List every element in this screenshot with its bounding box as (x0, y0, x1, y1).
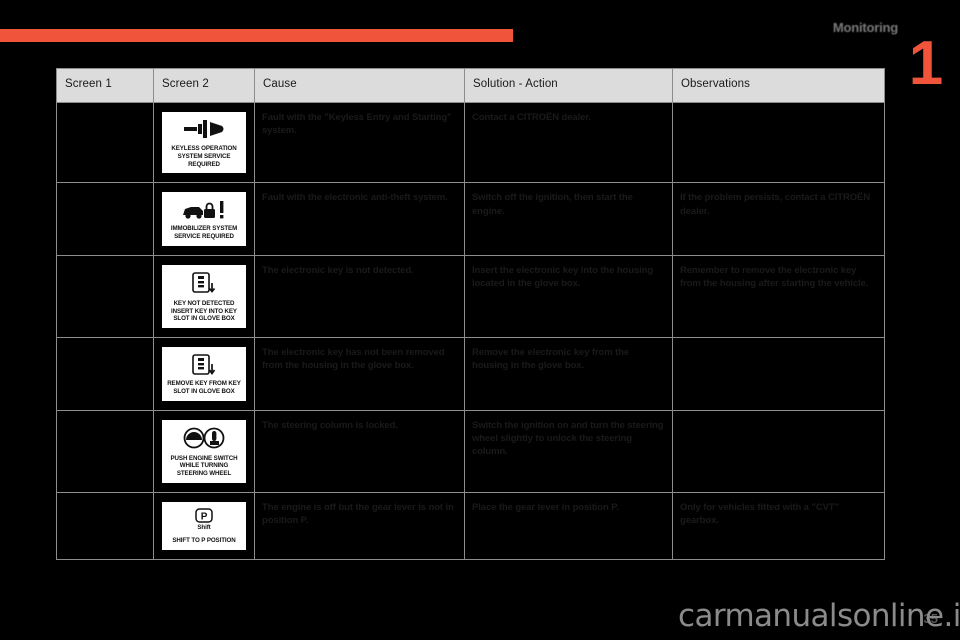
svg-text:Shift: Shift (197, 524, 210, 531)
cell-observations (672, 337, 885, 411)
column-header-screen2: Screen 2 (153, 68, 255, 103)
table-header-row: Screen 1 Screen 2 Cause Solution - Actio… (56, 68, 885, 103)
cell-screen1 (56, 337, 154, 411)
cell-solution: Place the gear lever in position P. (464, 491, 673, 560)
cell-cause: The electronic key has not been removed … (254, 337, 465, 411)
cell-cause: The electronic key is not detected. (254, 254, 465, 339)
table-row: KEYLESS OPERATION SYSTEM SERVICE REQUIRE… (56, 101, 885, 184)
column-header-screen1: Screen 1 (56, 68, 154, 103)
cell-observations (672, 101, 885, 184)
key-remove-icon: REMOVE KEY FROM KEY SLOT IN GLOVE BOX (161, 346, 247, 402)
section-title: Monitoring (832, 20, 898, 35)
cell-cause: Fault with the electronic anti-theft sys… (254, 182, 465, 256)
picto-caption: SHIFT TO P POSITION (172, 536, 236, 544)
cell-screen2: P Shift SHIFT TO P POSITION (153, 491, 255, 560)
cell-screen2: KEY NOT DETECTED INSERT KEY INTO KEY SLO… (153, 254, 255, 339)
steering-wheel-push-switch-icon: PUSH ENGINE SWITCH WHILE TURNING STEERIN… (161, 418, 247, 484)
cell-screen2: REMOVE KEY FROM KEY SLOT IN GLOVE BOX (153, 337, 255, 411)
cell-observations: Remember to remove the electronic key fr… (672, 254, 885, 339)
cell-cause: Fault with the "Keyless Entry and Starti… (254, 101, 465, 184)
cell-solution: Insert the electronic key into the housi… (464, 254, 673, 339)
picto-caption: KEY NOT DETECTED INSERT KEY INTO KEY SLO… (171, 299, 237, 323)
table-row: KEY NOT DETECTED INSERT KEY INTO KEY SLO… (56, 254, 885, 339)
immobilizer-car-lock-glyph (164, 197, 244, 223)
picto-caption: IMMOBILIZER SYSTEM SERVICE REQUIRED (170, 225, 238, 240)
cell-screen2: PUSH ENGINE SWITCH WHILE TURNING STEERIN… (153, 409, 255, 493)
cell-observations: If the problem persists, contact a CITRO… (672, 182, 885, 256)
cell-observations: Only for vehicles fitted with a "CVT" ge… (672, 491, 885, 560)
cell-observations (672, 409, 885, 493)
cell-cause: The steering column is locked. (254, 409, 465, 493)
table-row: IMMOBILIZER SYSTEM SERVICE REQUIRED Faul… (56, 182, 885, 256)
cell-solution: Contact a CITROËN dealer. (464, 101, 673, 184)
cell-screen1 (56, 409, 154, 493)
picto-caption: PUSH ENGINE SWITCH WHILE TURNING STEERIN… (170, 454, 238, 478)
shift-to-p-glyph: P Shift (164, 507, 244, 535)
cell-solution: Switch the ignition on and turn the stee… (464, 409, 673, 493)
cell-solution: Switch off the ignition, then start the … (464, 182, 673, 256)
immobilizer-car-lock-icon: IMMOBILIZER SYSTEM SERVICE REQUIRED (161, 191, 247, 247)
fault-messages-table-container: Screen 1 Screen 2 Cause Solution - Actio… (56, 68, 885, 560)
site-watermark: carmanualsonline.info (678, 598, 960, 634)
column-header-solution: Solution - Action (464, 68, 673, 103)
table-row: PUSH ENGINE SWITCH WHILE TURNING STEERIN… (56, 409, 885, 493)
key-insert-glyph (164, 270, 244, 298)
cell-solution: Remove the electronic key from the housi… (464, 337, 673, 411)
cell-screen2: IMMOBILIZER SYSTEM SERVICE REQUIRED (153, 182, 255, 256)
steering-wheel-push-switch-glyph (164, 425, 244, 453)
picto-caption: KEYLESS OPERATION SYSTEM SERVICE REQUIRE… (171, 145, 237, 168)
fault-messages-table: Screen 1 Screen 2 Cause Solution - Actio… (56, 68, 885, 560)
chapter-number-badge: 1 (908, 29, 943, 98)
picto-caption: REMOVE KEY FROM KEY SLOT IN GLOVE BOX (167, 380, 241, 395)
key-remove-glyph (164, 352, 244, 378)
keyless-key-glyph (164, 117, 244, 143)
cell-screen1 (56, 254, 154, 339)
cell-screen1 (56, 491, 154, 560)
key-insert-icon: KEY NOT DETECTED INSERT KEY INTO KEY SLO… (161, 263, 247, 329)
svg-text:P: P (201, 512, 208, 523)
column-header-observations: Observations (672, 68, 885, 103)
keyless-key-icon: KEYLESS OPERATION SYSTEM SERVICE REQUIRE… (161, 111, 247, 175)
cell-cause: The engine is off but the gear lever is … (254, 491, 465, 560)
table-row: P Shift SHIFT TO P POSITION The engine i… (56, 491, 885, 560)
column-header-cause: Cause (254, 68, 465, 103)
cell-screen1 (56, 101, 154, 184)
header-accent-bar (0, 29, 513, 42)
shift-to-p-icon: P Shift SHIFT TO P POSITION (161, 500, 247, 551)
cell-screen2: KEYLESS OPERATION SYSTEM SERVICE REQUIRE… (153, 101, 255, 184)
cell-screen1 (56, 182, 154, 256)
manual-page: Monitoring 1 Screen 1 Screen 2 Cause Sol… (0, 0, 960, 640)
table-row: REMOVE KEY FROM KEY SLOT IN GLOVE BOX Th… (56, 337, 885, 411)
